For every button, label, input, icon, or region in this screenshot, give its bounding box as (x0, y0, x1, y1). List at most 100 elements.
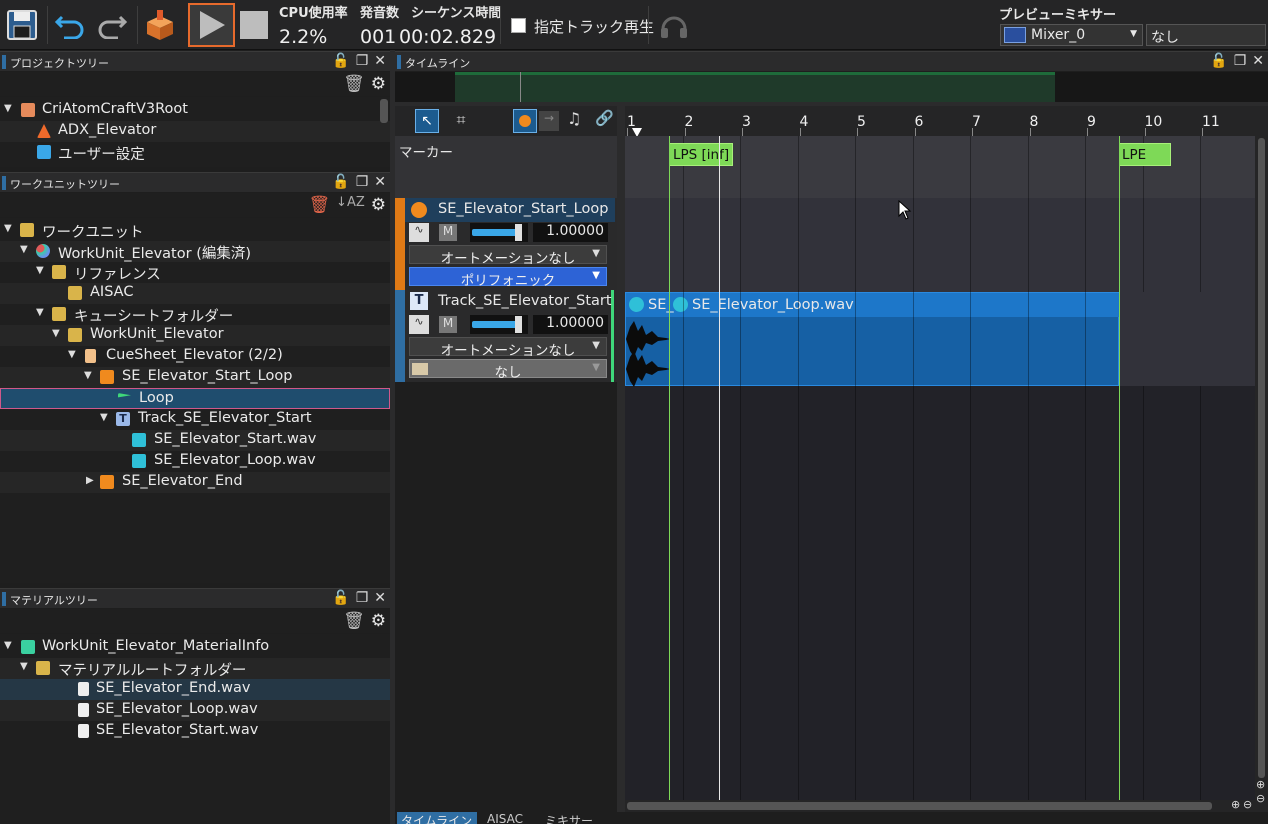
automation-select[interactable]: オートメーションなし ▼ (409, 245, 607, 267)
cut-tool-button[interactable]: ⌗ (449, 109, 473, 133)
tab-aisac[interactable]: AISAC (487, 812, 537, 824)
chevron-down-icon[interactable]: ▼ (100, 412, 108, 423)
volume-slider[interactable] (470, 223, 528, 242)
marker-lps[interactable]: LPS [inf] (669, 143, 733, 166)
redo-button[interactable] (92, 4, 132, 46)
gear-icon[interactable]: ⚙ (371, 611, 386, 631)
close-icon[interactable]: ✕ (374, 53, 386, 69)
tab-timeline[interactable]: タイムライン (397, 812, 477, 824)
select-tool-button[interactable]: ↖ (415, 109, 439, 133)
tree-item[interactable]: ▼ リファレンス (0, 262, 390, 283)
scrollbar-thumb[interactable] (380, 99, 388, 123)
specified-track-checkbox[interactable] (511, 18, 526, 33)
sort-az-icon[interactable]: ↓AZ (336, 195, 365, 215)
envelope-icon[interactable]: ∿ (409, 223, 429, 242)
tree-item[interactable]: ▼ キューシートフォルダー (0, 304, 390, 325)
chevron-down-icon[interactable]: ▼ (36, 307, 44, 318)
float-window-icon[interactable]: ❐ (1234, 53, 1247, 69)
mute-button[interactable]: M (439, 316, 457, 333)
zoom-in-icon[interactable]: ⊕ (1256, 778, 1265, 791)
chevron-down-icon[interactable]: ▼ (20, 244, 28, 255)
lock-icon[interactable]: 🔓 (332, 53, 349, 69)
envelope-icon[interactable]: ∿ (409, 315, 429, 334)
marker-lpe[interactable]: LPE (1119, 143, 1171, 166)
play-button[interactable] (188, 3, 235, 47)
note-button[interactable]: ♫ (567, 109, 587, 133)
tree-item[interactable]: ADX_Elevator (0, 121, 390, 142)
cue-view-button[interactable] (513, 109, 537, 133)
volume-value[interactable]: 1.00000 (533, 223, 608, 242)
zoom-out-icon[interactable]: ⊖ (1256, 792, 1265, 805)
float-window-icon[interactable]: ❐ (356, 174, 369, 190)
trash-icon[interactable]: 🗑 (308, 195, 330, 215)
chevron-down-icon[interactable]: ▼ (36, 265, 44, 276)
h-zoom-in-icon[interactable]: ⊕ (1231, 798, 1240, 811)
tree-item[interactable]: ユーザー設定 (0, 142, 390, 163)
header-grid-splitter[interactable] (617, 106, 625, 812)
tree-item[interactable]: ▼ ワークユニット (0, 220, 390, 241)
playhead-line[interactable] (719, 136, 720, 800)
timeline-overview[interactable] (395, 72, 1268, 102)
tree-item[interactable]: ▼ WorkUnit_Elevator (編集済) (0, 241, 390, 262)
tree-item[interactable]: AISAC (0, 283, 390, 304)
tree-item-selected[interactable]: Loop (0, 388, 390, 409)
mixer-secondary-select[interactable]: なし (1146, 24, 1266, 46)
lock-icon[interactable]: 🔓 (332, 590, 349, 606)
close-icon[interactable]: ✕ (374, 174, 386, 190)
mixer-select[interactable]: Mixer_0 ▼ (1000, 24, 1143, 46)
float-window-icon[interactable]: ❐ (356, 590, 369, 606)
gear-icon[interactable]: ⚙ (371, 195, 386, 215)
chevron-down-icon[interactable]: ▼ (20, 661, 28, 672)
waveform-clip[interactable]: SE_ SE_Elevator_Loop.wav (625, 292, 1120, 387)
tree-item[interactable]: ▼ SE_Elevator_Start_Loop (0, 367, 390, 388)
timeline-grid[interactable]: SE_ SE_Elevator_Loop.wav LPS [inf] LPE (625, 136, 1255, 800)
lock-icon[interactable]: 🔓 (332, 174, 349, 190)
audio-track-header[interactable]: T Track_SE_Elevator_Start ∿ M 1.00000 オー… (395, 290, 617, 382)
trash-icon[interactable]: 🗑 (343, 611, 365, 631)
close-icon[interactable]: ✕ (374, 590, 386, 606)
close-icon[interactable]: ✕ (1252, 53, 1264, 69)
tree-item[interactable]: ▼ マテリアルルートフォルダー (0, 658, 390, 679)
link-button[interactable]: 🔗 (595, 109, 615, 133)
headphone-button[interactable] (654, 4, 694, 46)
undo-button[interactable] (50, 4, 90, 46)
mute-button[interactable]: M (439, 224, 457, 241)
tree-item[interactable]: ▼ WorkUnit_Elevator (0, 325, 390, 346)
chevron-down-icon[interactable]: ▼ (68, 349, 76, 360)
horizontal-scrollbar[interactable]: ⊕ ⊖ (625, 798, 1255, 812)
vertical-scrollbar[interactable]: ⊕ ⊖ (1255, 106, 1268, 812)
timeline-ruler[interactable]: 1 2 3 4 5 6 7 8 9 10 11 (625, 106, 1255, 136)
next-button[interactable]: → (539, 111, 559, 131)
chevron-down-icon[interactable]: ▼ (4, 103, 12, 114)
vertical-scrollbar-thumb[interactable] (1258, 138, 1265, 778)
automation-select[interactable]: オートメーションなし ▼ (409, 337, 607, 359)
save-button[interactable] (2, 4, 42, 46)
tree-item[interactable]: SE_Elevator_End.wav (0, 679, 390, 700)
tree-item[interactable]: SE_Elevator_Start.wav (0, 721, 390, 742)
chevron-down-icon[interactable]: ▼ (52, 328, 60, 339)
build-button[interactable] (140, 4, 180, 46)
float-window-icon[interactable]: ❐ (356, 53, 369, 69)
cue-track-header[interactable]: SE_Elevator_Start_Loop ∿ M 1.00000 オートメー… (395, 198, 617, 290)
stop-button[interactable] (234, 4, 274, 46)
play-mode-select[interactable]: ポリフォニック ▼ (409, 267, 607, 289)
lock-icon[interactable]: 🔓 (1210, 53, 1227, 69)
volume-value[interactable]: 1.00000 (533, 315, 608, 334)
volume-slider-thumb[interactable] (515, 316, 522, 333)
trash-icon[interactable]: 🗑 (343, 74, 365, 94)
volume-slider[interactable] (470, 315, 528, 334)
tree-item[interactable]: ▼ CueSheet_Elevator (2/2) (0, 346, 390, 367)
gear-icon[interactable]: ⚙ (371, 74, 386, 94)
chevron-down-icon[interactable]: ▼ (4, 223, 12, 234)
tree-item[interactable]: SE_Elevator_Start.wav (0, 430, 390, 451)
tree-item[interactable]: ▼ WorkUnit_Elevator_MaterialInfo (0, 637, 390, 658)
horizontal-scrollbar-thumb[interactable] (627, 802, 1212, 810)
h-zoom-out-icon[interactable]: ⊖ (1243, 798, 1252, 811)
tree-item[interactable]: ▼ CriAtomCraftV3Root (0, 100, 390, 121)
tab-mixer[interactable]: ミキサー (545, 812, 605, 824)
tree-item[interactable]: SE_Elevator_Loop.wav (0, 700, 390, 721)
tree-item[interactable]: ▶ SE_Elevator_End (0, 472, 390, 493)
track-mode-select[interactable]: なし ▼ (409, 359, 607, 381)
tree-item[interactable]: SE_Elevator_Loop.wav (0, 451, 390, 472)
tree-item[interactable]: ▼ T Track_SE_Elevator_Start (0, 409, 390, 430)
